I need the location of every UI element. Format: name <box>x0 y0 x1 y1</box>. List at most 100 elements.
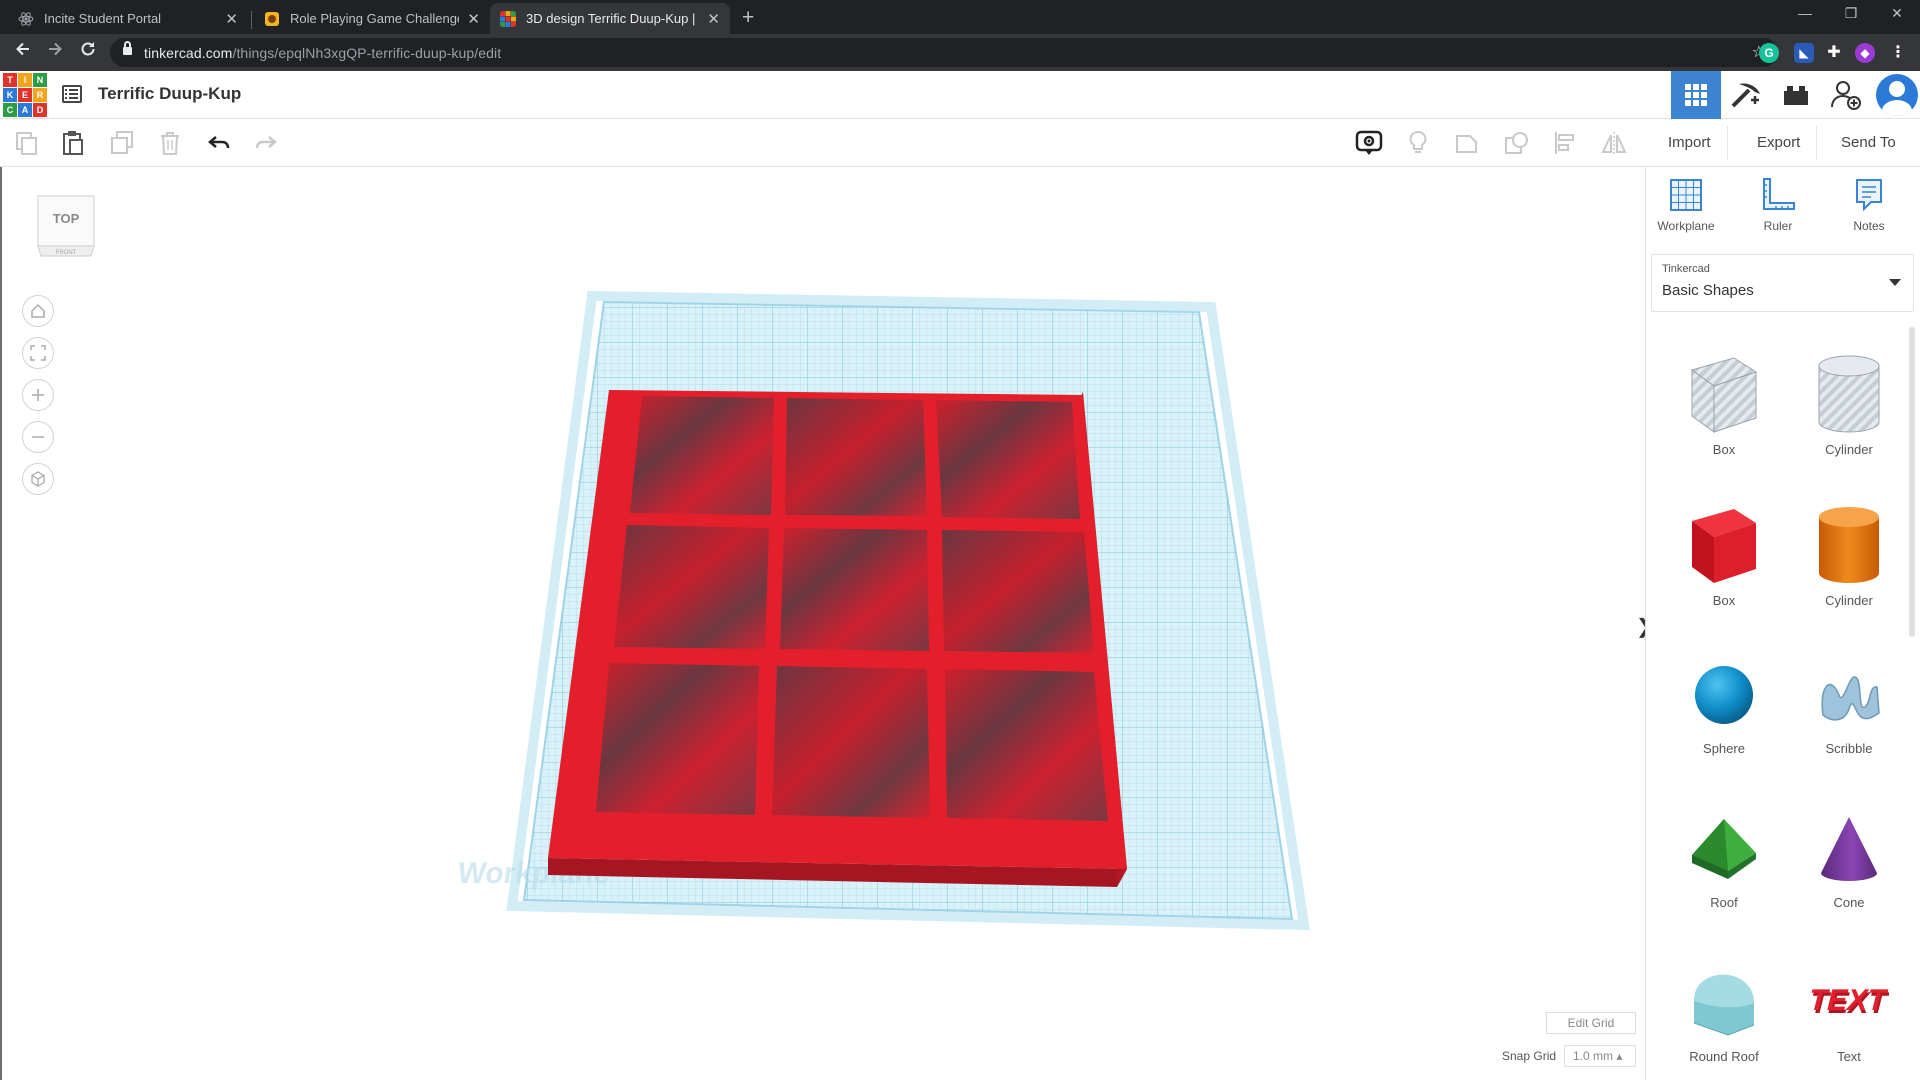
logo-letter: R <box>33 88 47 102</box>
shape-library-select[interactable]: Tinkercad Basic Shapes <box>1651 254 1914 312</box>
bricks-view-button[interactable] <box>1771 71 1821 119</box>
workplane-tool[interactable]: Workplane <box>1646 177 1726 233</box>
tinkercad-favicon-icon <box>500 10 516 27</box>
shape-label: Box <box>1712 593 1736 608</box>
shape-scribble[interactable]: Scribble <box>1794 655 1904 756</box>
lock-icon[interactable] <box>123 41 132 57</box>
logo-letter: K <box>3 88 17 102</box>
text-shape-icon: TEXT TEXT <box>1809 983 1889 1019</box>
tab-close-icon[interactable]: ✕ <box>467 10 480 28</box>
sphere-icon <box>1695 666 1753 724</box>
cone-icon <box>1821 817 1877 881</box>
logo-letter: C <box>3 103 17 117</box>
window-close-button[interactable]: ✕ <box>1874 5 1920 22</box>
shape-label: Cone <box>1833 895 1865 910</box>
notes-tool[interactable]: Notes <box>1829 177 1909 233</box>
copy-button[interactable] <box>12 128 42 158</box>
align-button[interactable] <box>1550 128 1580 158</box>
shape-label: Roof <box>1710 895 1738 910</box>
tinkercad-logo[interactable]: T I N K E R C A D <box>3 73 47 117</box>
duplicate-button[interactable] <box>107 128 137 158</box>
omnibox[interactable]: tinkercad.com/things/epqlNh3xgQP-terrifi… <box>110 38 1778 67</box>
ruler-tool-label: Ruler <box>1763 219 1793 233</box>
shape-box-hole[interactable]: Box <box>1669 350 1779 457</box>
ruler-tool[interactable]: Ruler <box>1738 177 1818 233</box>
shape-box[interactable]: Box <box>1669 501 1779 608</box>
forward-arrow-icon[interactable] <box>41 40 69 64</box>
ungroup-button[interactable] <box>1501 128 1531 158</box>
atom-icon <box>18 11 34 26</box>
shape-cylinder[interactable]: Cylinder <box>1794 501 1904 608</box>
puzzle-extensions-icon[interactable]: ✚ <box>1824 43 1844 63</box>
delete-button[interactable] <box>155 128 185 158</box>
show-all-button[interactable] <box>1354 128 1384 158</box>
send-to-button[interactable]: Send To <box>1825 126 1912 160</box>
align-icon <box>1555 132 1574 154</box>
shape-roof[interactable]: Roof <box>1669 809 1779 910</box>
notes-tool-label: Notes <box>1853 219 1885 233</box>
tab-role-playing-game[interactable]: Role Playing Game Challenge - In ✕ <box>254 3 490 34</box>
back-arrow-icon[interactable] <box>9 40 37 64</box>
group-button[interactable] <box>1452 128 1482 158</box>
grammarly-extension-icon[interactable]: G <box>1759 43 1779 63</box>
red-tray-model[interactable] <box>548 390 1127 887</box>
snap-grid-select[interactable]: 1.0 mm ▴ <box>1564 1045 1636 1067</box>
shape-cylinder-hole[interactable]: Cylinder <box>1794 350 1904 457</box>
snap-grid-label: Snap Grid <box>1502 1049 1557 1063</box>
brick-icon <box>1784 86 1808 105</box>
browser-menu-icon[interactable]: ⋮ <box>1888 43 1908 63</box>
tab-incite-student-portal[interactable]: Incite Student Portal ✕ <box>8 3 248 34</box>
reload-icon[interactable] <box>74 40 102 64</box>
workplane-icon <box>1670 179 1702 211</box>
shapes-panel: Workplane Ruler Notes Tinkercad Basic Sh… <box>1645 167 1920 1080</box>
tab-close-icon[interactable]: ✕ <box>225 10 238 28</box>
shape-sphere[interactable]: Sphere <box>1669 655 1779 756</box>
scene[interactable]: Workplane <box>2 167 1647 1080</box>
shape-label: Text <box>1837 1049 1861 1064</box>
redo-button[interactable] <box>251 128 281 158</box>
new-tab-button[interactable]: + <box>742 6 754 30</box>
ruler-icon <box>1763 178 1795 210</box>
restore-button[interactable]: ❐ <box>1828 5 1874 22</box>
export-button[interactable]: Export <box>1741 126 1818 160</box>
hint-button[interactable] <box>1403 128 1433 158</box>
app-header: T I N K E R C A D Terrific Duup-Kup <box>0 71 1920 119</box>
mirror-button[interactable] <box>1599 128 1629 158</box>
undo-icon <box>208 136 230 149</box>
minecraft-view-button[interactable] <box>1721 71 1771 119</box>
shape-cone[interactable]: Cone <box>1794 809 1904 910</box>
edit-grid-button[interactable]: Edit Grid <box>1546 1012 1636 1034</box>
design-list-icon[interactable] <box>62 85 82 103</box>
tab-label: Role Playing Game Challenge - In <box>290 11 460 26</box>
minimize-button[interactable]: — <box>1782 5 1828 21</box>
mirror-icon <box>1601 132 1627 154</box>
group-icon <box>1456 135 1477 153</box>
shape-round-roof[interactable]: Round Roof <box>1669 963 1779 1064</box>
redo-icon <box>255 136 277 149</box>
roof-icon <box>1692 819 1756 879</box>
box-icon <box>1692 509 1756 583</box>
paste-button[interactable] <box>58 128 88 158</box>
logo-letter: A <box>18 103 32 117</box>
3d-workspace-canvas[interactable]: TOP FRONT Workplane Edit Grid Snap Grid … <box>0 167 1653 1080</box>
library-vendor: Tinkercad <box>1662 263 1710 275</box>
user-avatar[interactable] <box>1876 74 1918 116</box>
logo-letter: E <box>18 88 32 102</box>
logo-letter: D <box>33 103 47 117</box>
panel-scrollbar[interactable] <box>1909 327 1915 637</box>
profile-extension-icon[interactable]: ◆ <box>1855 43 1875 63</box>
extension-icon[interactable]: ◣ <box>1794 43 1814 63</box>
shape-text[interactable]: TEXT TEXT Text <box>1794 963 1904 1064</box>
import-button[interactable]: Import <box>1652 126 1728 160</box>
3d-view-button[interactable] <box>1671 71 1721 119</box>
tab-label: 3D design Terrific Duup-Kup | Tin <box>526 11 700 26</box>
editor-toolbar: Import Export Send To <box>0 119 1920 167</box>
design-title[interactable]: Terrific Duup-Kup <box>98 84 241 104</box>
tab-close-icon[interactable]: ✕ <box>707 10 720 28</box>
tab-tinkercad-design[interactable]: 3D design Terrific Duup-Kup | Tin ✕ <box>490 3 730 34</box>
text-shape-glyph: TEXT <box>1809 983 1889 1016</box>
paste-icon <box>63 131 83 155</box>
invite-user-button[interactable] <box>1821 71 1871 119</box>
copy-icon <box>16 132 37 155</box>
undo-button[interactable] <box>204 128 234 158</box>
